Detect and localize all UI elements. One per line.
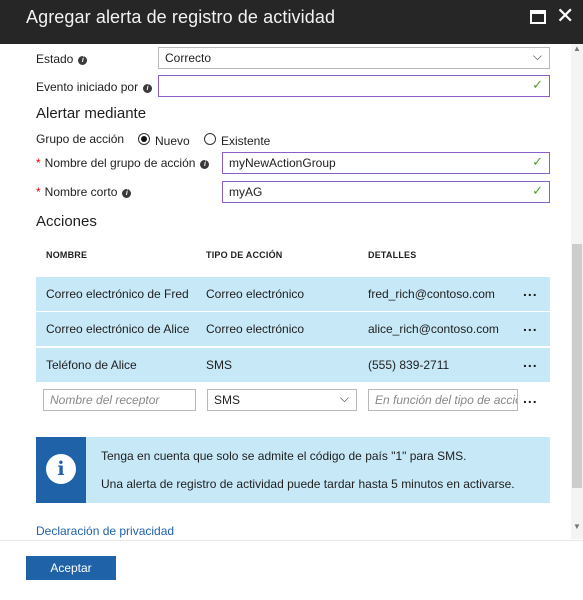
estado-value: Correcto bbox=[165, 51, 212, 65]
notice-line-2: Una alerta de registro de actividad pued… bbox=[101, 477, 515, 491]
check-icon: ✓ bbox=[532, 77, 543, 92]
estado-select[interactable]: Correcto ⌵ bbox=[158, 47, 550, 69]
more-options-icon[interactable]: ... bbox=[523, 354, 538, 370]
nombre-corto-input[interactable]: myAG ✓ bbox=[222, 181, 550, 203]
radio-nuevo[interactable] bbox=[138, 133, 150, 145]
info-icon[interactable]: i bbox=[78, 56, 88, 65]
evento-label: Evento iniciado por i bbox=[36, 80, 153, 94]
form-panel: Estado i Correcto ⌵ Evento iniciado por i … bbox=[0, 44, 583, 544]
more-options-icon[interactable]: ... bbox=[523, 283, 538, 299]
alertar-heading: Alertar mediante bbox=[36, 105, 147, 122]
maximize-icon[interactable] bbox=[530, 10, 546, 24]
title-bar: Agregar alerta de registro de actividad … bbox=[0, 0, 583, 44]
table-row[interactable]: Teléfono de Alice SMS (555) 839-2711 ... bbox=[36, 348, 550, 382]
info-notice: i Tenga en cuenta que solo se admite el … bbox=[36, 437, 550, 503]
nombre-grupo-label: * Nombre del grupo de acción i bbox=[36, 156, 210, 170]
check-icon: ✓ bbox=[532, 154, 543, 169]
table-row[interactable]: Correo electrónico de Fred Correo electr… bbox=[36, 277, 550, 311]
footer-divider bbox=[0, 540, 583, 541]
column-header-tipo: TIPO DE ACCIÓN bbox=[206, 250, 283, 260]
radio-existente[interactable] bbox=[204, 133, 216, 145]
more-options-icon[interactable]: ... bbox=[523, 318, 538, 334]
chevron-down-icon: ⌵ bbox=[339, 391, 349, 405]
more-options-icon[interactable]: ... bbox=[523, 390, 538, 406]
scroll-down-icon[interactable]: ▼ bbox=[573, 522, 581, 531]
column-header-detalles: DETALLES bbox=[368, 250, 417, 260]
acciones-heading: Acciones bbox=[36, 213, 97, 230]
column-header-nombre: NOMBRE bbox=[46, 250, 88, 260]
evento-input[interactable]: ✓ bbox=[158, 75, 550, 97]
info-icon[interactable]: i bbox=[200, 160, 210, 169]
notice-line-1: Tenga en cuenta que solo se admite el có… bbox=[101, 449, 467, 463]
scrollbar-thumb[interactable] bbox=[572, 244, 582, 488]
accept-button[interactable]: Aceptar bbox=[26, 556, 116, 580]
radio-nuevo-label: Nuevo bbox=[155, 134, 190, 148]
action-type-select[interactable]: SMS ⌵ bbox=[207, 389, 357, 411]
privacy-link[interactable]: Declaración de privacidad bbox=[36, 524, 174, 538]
table-row[interactable]: Correo electrónico de Alice Correo elect… bbox=[36, 312, 550, 346]
chevron-down-icon: ⌵ bbox=[532, 49, 542, 63]
nombre-grupo-input[interactable]: myNewActionGroup ✓ bbox=[222, 152, 550, 174]
grupo-label: Grupo de acción bbox=[36, 132, 125, 146]
radio-existente-label: Existente bbox=[221, 134, 271, 148]
info-icon[interactable]: i bbox=[122, 189, 132, 198]
window-title: Agregar alerta de registro de actividad bbox=[26, 7, 336, 27]
scroll-up-icon[interactable]: ▲ bbox=[573, 44, 581, 53]
estado-label: Estado i bbox=[36, 52, 88, 66]
notice-icon-box: i bbox=[36, 437, 86, 503]
check-icon: ✓ bbox=[532, 183, 543, 198]
nombre-corto-label: * Nombre corto i bbox=[36, 185, 132, 199]
close-icon[interactable]: ✕ bbox=[556, 4, 574, 28]
info-icon: i bbox=[46, 454, 76, 484]
details-input[interactable]: En función del tipo de acción bbox=[368, 389, 518, 411]
info-icon[interactable]: i bbox=[143, 84, 153, 93]
receiver-name-input[interactable]: Nombre del receptor bbox=[43, 389, 196, 411]
